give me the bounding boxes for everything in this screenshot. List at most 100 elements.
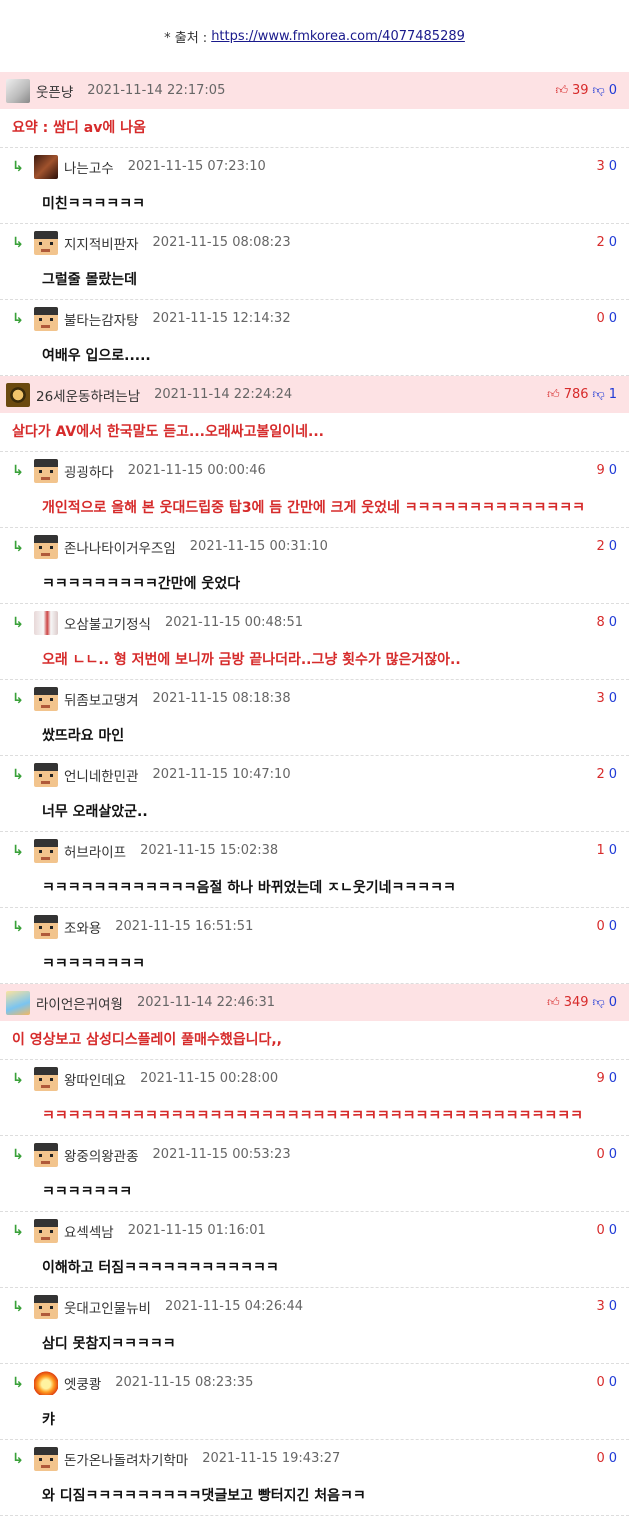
upvote-count[interactable]: 2 [596,235,604,250]
reply-arrow-icon: ↳ [12,1298,24,1315]
reply-header: ↳ 나는고수 2021-11-15 07:23:10 3 0 [0,148,629,185]
upvote-count[interactable]: 3 [596,159,604,174]
reply-text: 너무 오래살았군.. [0,793,629,832]
reply-arrow-icon: ↳ [12,614,24,631]
comment-author[interactable]: 라이언은귀여웡 [36,993,123,1013]
upvote-count[interactable]: 0 [596,311,604,326]
vote-box: 0 0 [596,1223,617,1238]
source-line: * 출처 : https://www.fmkorea.com/407748528… [0,0,629,72]
upvote-count: 786 [563,387,589,402]
reply-date: 2021-11-15 04:26:44 [164,1299,304,1314]
downvote-count[interactable]: 0 [609,1147,617,1162]
downvote-count[interactable]: 0 [609,919,617,934]
reply-header: ↳ 왕중의왕관종 2021-11-15 00:53:23 0 0 [0,1136,629,1173]
reply-header: ↳ 웃대고인물뉴비 2021-11-15 04:26:44 3 0 [0,1288,629,1325]
reply-arrow-icon: ↳ [12,690,24,707]
downvote-count[interactable]: 0 [609,235,617,250]
downvote-count[interactable]: 0 [609,311,617,326]
upvote-count[interactable]: 2 [596,767,604,782]
thumb-down-icon[interactable]: 👎︎ [593,387,605,402]
vote-box: 2 0 [596,235,617,250]
thumb-down-icon[interactable]: 👎︎ [593,995,605,1010]
downvote-count[interactable]: 0 [609,691,617,706]
source-link[interactable]: https://www.fmkorea.com/4077485289 [211,29,465,44]
reply-arrow-icon: ↳ [12,234,24,251]
downvote-count[interactable]: 0 [609,1071,617,1086]
reply-header: ↳ 지지적비판자 2021-11-15 08:08:23 2 0 [0,224,629,261]
upvote-count[interactable]: 3 [596,1299,604,1314]
comment-author[interactable]: 26세운동하려는남 [36,385,140,405]
avatar [34,230,58,255]
reply-header: ↳ 돈가온나돌려차기학마 2021-11-15 19:43:27 0 0 [0,1440,629,1477]
reply-arrow-icon: ↳ [12,1222,24,1239]
avatar [34,686,58,711]
reply-arrow-icon: ↳ [12,538,24,555]
reply-author[interactable]: 뒤좀보고댕겨 [64,689,139,709]
reply-text: 쌌뜨라요 마인 [0,717,629,756]
upvote-count[interactable]: 0 [596,1147,604,1162]
reply-author[interactable]: 웃대고인물뉴비 [64,1297,151,1317]
comment-thread: 26세운동하려는남 2021-11-14 22:24:24 👍︎ 786 👎︎ … [0,376,629,984]
vote-box: 9 0 [596,463,617,478]
reply-text: 캬 [0,1401,629,1440]
reply-arrow-icon: ↳ [12,1374,24,1391]
reply-author[interactable]: 왕중의왕관종 [64,1145,139,1165]
thumb-down-icon[interactable]: 👎︎ [593,83,605,98]
reply-text: 그럴줄 몰랐는데 [0,261,629,300]
reply-author[interactable]: 불타는감자탕 [64,309,139,329]
reply-date: 2021-11-15 00:31:10 [189,539,328,554]
comment-author[interactable]: 웃픈냥 [36,81,73,101]
reply-header: ↳ 존나나타이거우즈임 2021-11-15 00:31:10 2 0 [0,528,629,565]
reply-author[interactable]: 지지적비판자 [64,233,139,253]
upvote-count[interactable]: 9 [596,1071,604,1086]
downvote-count[interactable]: 0 [609,843,617,858]
reply-author[interactable]: 존나나타이거우즈임 [64,537,176,557]
reply-author[interactable]: 조와용 [64,917,101,937]
thumb-up-icon[interactable]: 👍︎ [547,995,560,1010]
reply-author[interactable]: 오삼불고기정식 [64,613,151,633]
avatar [34,838,58,863]
upvote-count[interactable]: 0 [596,1223,604,1238]
reply-date: 2021-11-15 08:08:23 [152,235,291,250]
reply-date: 2021-11-15 10:47:10 [152,767,291,782]
downvote-count[interactable]: 0 [609,615,617,630]
upvote-count[interactable]: 2 [596,539,604,554]
reply-author[interactable]: 굉굉하다 [64,461,114,481]
reply-author[interactable]: 허브라이프 [64,841,126,861]
reply-author[interactable]: 언니네한민관 [64,765,139,785]
upvote-count[interactable]: 3 [596,691,604,706]
reply-author[interactable]: 돈가온나돌려차기학마 [64,1449,188,1469]
reply-text: 오래 ㄴㄴ.. 형 저번에 보니까 금방 끝나더라..그냥 횟수가 많은거잖아.… [0,641,629,680]
upvote-count[interactable]: 0 [596,919,604,934]
reply-author[interactable]: 나는고수 [64,157,114,177]
downvote-count[interactable]: 0 [609,767,617,782]
upvote-count[interactable]: 0 [596,1451,604,1466]
upvote-count[interactable]: 8 [596,615,604,630]
downvote-count[interactable]: 0 [609,463,617,478]
downvote-count[interactable]: 0 [609,159,617,174]
vote-box: 👍︎ 786 👎︎ 1 [547,387,617,402]
reply-author[interactable]: 왕따인데요 [64,1069,126,1089]
comment-thread: 라이언은귀여웡 2021-11-14 22:46:31 👍︎ 349 👎︎ 0 … [0,984,629,1516]
reply-text: 와 디짐ㅋㅋㅋㅋㅋㅋㅋㅋㅋ댓글보고 빵터지긴 처음ㅋㅋ [0,1477,629,1516]
reply-arrow-icon: ↳ [12,462,24,479]
avatar [34,154,58,179]
reply-author[interactable]: 엣쿵쾅 [64,1373,101,1393]
reply-author[interactable]: 요섹섹남 [64,1221,114,1241]
downvote-count[interactable]: 0 [609,1299,617,1314]
reply-text: 미친ㅋㅋㅋㅋㅋㅋ [0,185,629,224]
downvote-count[interactable]: 0 [609,1375,617,1390]
thumb-up-icon[interactable]: 👍︎ [547,387,560,402]
downvote-count[interactable]: 0 [609,539,617,554]
top-comment-header: 라이언은귀여웡 2021-11-14 22:46:31 👍︎ 349 👎︎ 0 [0,984,629,1021]
downvote-count[interactable]: 0 [609,1223,617,1238]
upvote-count[interactable]: 1 [596,843,604,858]
thumb-up-icon[interactable]: 👍︎ [555,83,568,98]
upvote-count[interactable]: 0 [596,1375,604,1390]
downvote-count: 0 [608,995,617,1010]
upvote-count[interactable]: 9 [596,463,604,478]
reply-date: 2021-11-15 01:16:01 [127,1223,266,1238]
avatar [34,762,58,787]
reply-header: ↳ 뒤좀보고댕겨 2021-11-15 08:18:38 3 0 [0,680,629,717]
downvote-count[interactable]: 0 [609,1451,617,1466]
